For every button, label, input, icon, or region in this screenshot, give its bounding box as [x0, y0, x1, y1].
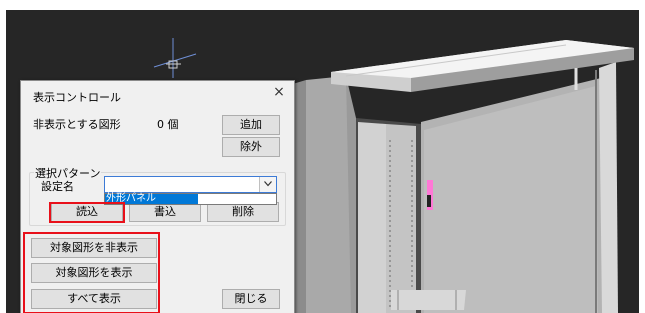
- cad-viewport[interactable]: 表示コントロール × 非表示とする図形 0 個 追加 除外 選択パターン 設定名…: [6, 10, 639, 313]
- write-button[interactable]: 書込: [129, 202, 201, 222]
- add-button[interactable]: 追加: [222, 115, 280, 135]
- close-icon[interactable]: ×: [272, 85, 286, 99]
- cabinet-bottom-shelf: [391, 290, 466, 310]
- cabinet-left-panel: [286, 76, 356, 313]
- screenshot-frame: 表示コントロール × 非表示とする図形 0 個 追加 除外 選択パターン 設定名…: [0, 0, 645, 313]
- chevron-down-icon[interactable]: [259, 177, 276, 192]
- ucs-axis-icon: [153, 38, 197, 78]
- close-button[interactable]: 閉じる: [222, 289, 280, 309]
- display-control-dialog: 表示コントロール × 非表示とする図形 0 個 追加 除外 選択パターン 設定名…: [20, 80, 295, 313]
- dialog-title: 表示コントロール: [33, 91, 121, 104]
- setting-name-dropdown[interactable]: 外形パネル: [104, 193, 277, 205]
- hidden-shapes-label: 非表示とする図形: [33, 118, 121, 131]
- visibility-buttons-highlight: [23, 232, 160, 313]
- cabinet-right-panel: [421, 62, 618, 313]
- load-button-highlight: [49, 202, 125, 223]
- hidden-shapes-count: 0 個: [157, 118, 179, 131]
- setting-name-label: 設定名: [41, 180, 74, 193]
- delete-button[interactable]: 削除: [207, 202, 279, 222]
- setting-name-combo[interactable]: [104, 176, 277, 193]
- remove-button[interactable]: 除外: [222, 137, 280, 157]
